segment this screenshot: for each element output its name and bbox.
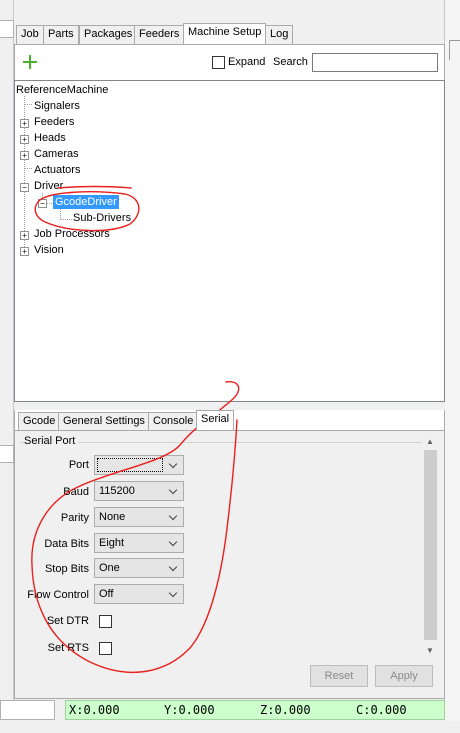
stop-bits-label: Stop Bits (44, 563, 89, 575)
baud-select[interactable]: 115200 (94, 481, 184, 501)
data-bits-select[interactable]: Eight (94, 533, 184, 553)
expand-toggle-feeders[interactable]: + (20, 119, 29, 128)
expand-toggle-job-processors[interactable]: + (20, 231, 29, 240)
right-panel-edge (445, 0, 460, 733)
search-input[interactable] (312, 53, 438, 72)
tab-job[interactable]: Job (16, 25, 44, 44)
baud-label: Baud (63, 486, 89, 498)
left-panel-field (0, 20, 14, 38)
chevron-down-icon (169, 508, 179, 526)
chevron-down-icon (169, 559, 179, 577)
set-dtr-checkbox[interactable] (99, 615, 112, 628)
chevron-down-icon (169, 482, 179, 500)
tab-feeders[interactable]: Feeders (134, 25, 185, 44)
reset-button[interactable]: Reset (310, 665, 368, 687)
expand-toggle-heads[interactable]: + (20, 135, 29, 144)
top-strip (14, 0, 444, 20)
dro-panel: X:0.000 Y:0.000 Z:0.000 C:0.000 (65, 700, 445, 720)
plus-icon[interactable] (22, 54, 38, 70)
subtab-general-settings[interactable]: General Settings (58, 412, 150, 430)
collapse-toggle-gcodedriver[interactable]: − (38, 199, 47, 208)
tab-log[interactable]: Log (265, 25, 294, 44)
collapse-toggle-driver[interactable]: − (20, 183, 29, 192)
port-label: Port (68, 459, 89, 471)
port-select[interactable] (94, 455, 184, 475)
tree-node-signalers[interactable]: Signalers (34, 99, 80, 113)
search-label: Search (273, 56, 308, 68)
vertical-scrollbar[interactable]: ▲ ▼ (422, 433, 439, 660)
data-bits-label: Data Bits (44, 538, 89, 550)
parity-select[interactable]: None (94, 507, 184, 527)
dro-z: Z:0.000 (260, 703, 311, 717)
set-dtr-label: Set DTR (46, 615, 89, 627)
flow-control-label: Flow Control (27, 589, 89, 601)
tree-node-actuators[interactable]: Actuators (34, 163, 80, 177)
subtab-gcode[interactable]: Gcode (18, 412, 61, 430)
machine-tree[interactable]: ReferenceMachine Signalers + Feeders + H… (14, 80, 445, 402)
tree-node-feeders[interactable]: Feeders (34, 115, 74, 129)
tab-parts[interactable]: Parts (43, 25, 79, 44)
set-rts-label: Set RTS (47, 642, 89, 654)
subtab-console[interactable]: Console (148, 412, 199, 430)
expand-toggle-vision[interactable]: + (20, 247, 29, 256)
bottom-strip (0, 721, 460, 733)
scroll-up-icon[interactable]: ▲ (425, 437, 435, 447)
chevron-down-icon (169, 456, 179, 474)
tree-node-cameras[interactable]: Cameras (34, 147, 79, 161)
subtab-serial[interactable]: Serial (196, 410, 235, 430)
tree-node-heads[interactable]: Heads (34, 131, 66, 145)
tree-node-sub-drivers[interactable]: Sub-Drivers (73, 211, 131, 225)
tab-packages[interactable]: Packages (79, 25, 138, 44)
tree-node-driver[interactable]: Driver (34, 179, 63, 193)
dro-y: Y:0.000 (164, 703, 215, 717)
status-field (0, 700, 55, 720)
scroll-down-icon[interactable]: ▼ (425, 646, 435, 656)
expand-label: Expand (228, 56, 266, 68)
tree-node-gcodedriver[interactable]: GcodeDriver (53, 195, 119, 209)
split-pane-divider[interactable] (14, 402, 445, 410)
dro-c: C:0.000 (356, 703, 407, 717)
tree-root[interactable]: ReferenceMachine (16, 83, 108, 97)
chevron-down-icon (169, 585, 179, 603)
tab-machine-setup[interactable]: Machine Setup (183, 23, 267, 44)
chevron-down-icon (169, 534, 179, 552)
scrollbar-thumb[interactable] (424, 450, 437, 640)
apply-button[interactable]: Apply (375, 665, 433, 687)
tree-node-vision[interactable]: Vision (34, 243, 64, 257)
flow-control-select[interactable]: Off (94, 584, 184, 604)
serial-port-group (20, 442, 421, 662)
expand-checkbox[interactable] (212, 56, 225, 69)
set-rts-checkbox[interactable] (99, 642, 112, 655)
stop-bits-select[interactable]: One (94, 558, 184, 578)
expand-toggle-cameras[interactable]: + (20, 151, 29, 160)
parity-label: Parity (60, 512, 89, 524)
tree-node-job-processors[interactable]: Job Processors (34, 227, 110, 241)
serial-port-group-label: Serial Port (24, 435, 79, 447)
dro-x: X:0.000 (69, 703, 120, 717)
